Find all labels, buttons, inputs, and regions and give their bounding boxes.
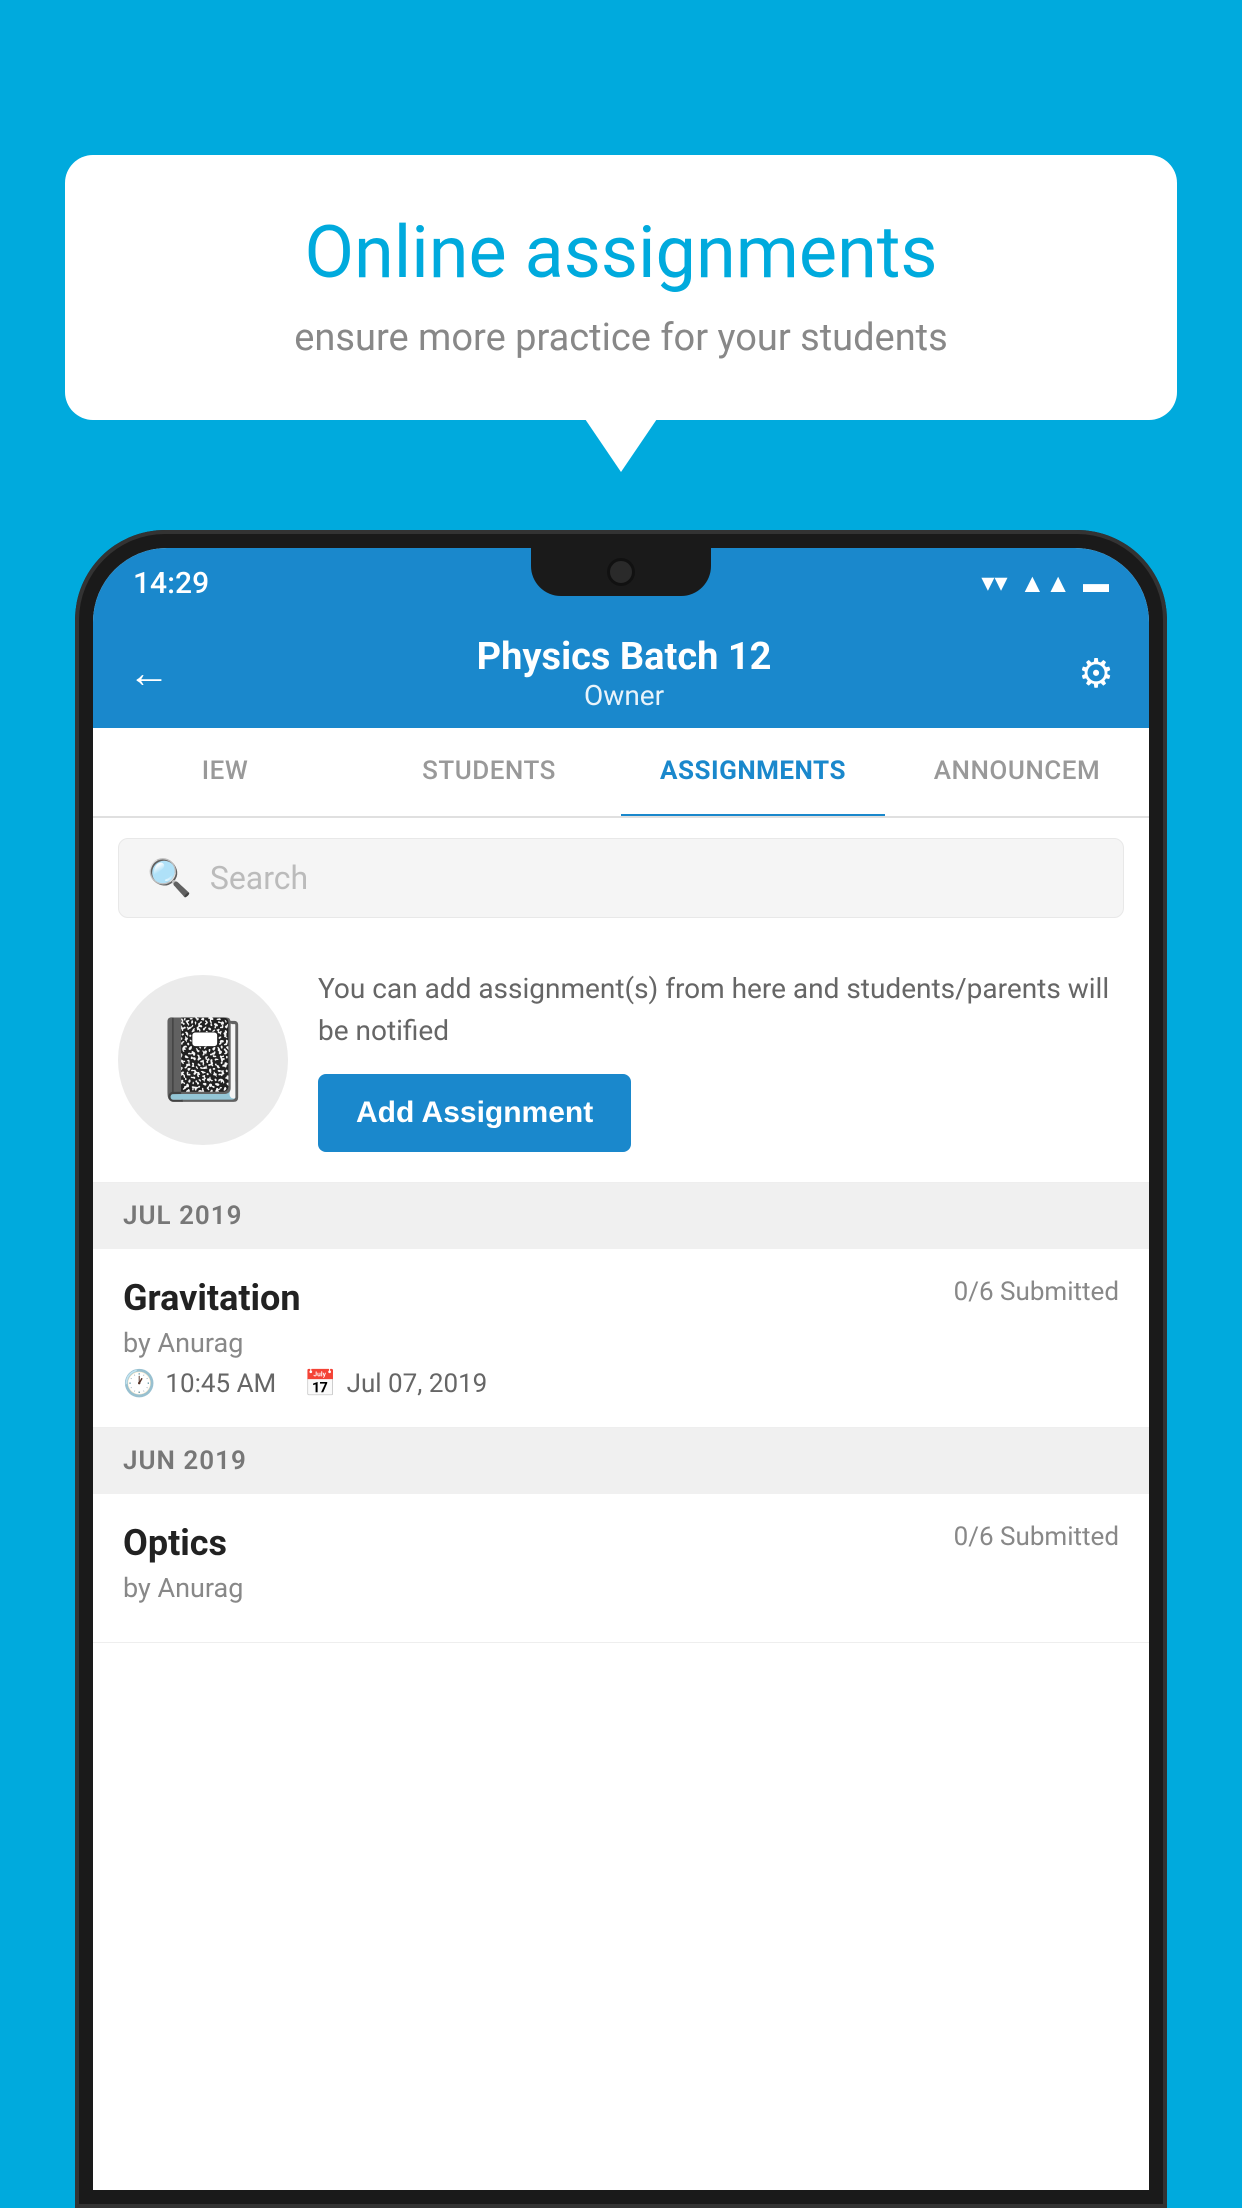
- promo-icon-circle: 📓: [118, 975, 288, 1145]
- assignment-item-gravitation[interactable]: Gravitation 0/6 Submitted by Anurag 🕐 10…: [93, 1249, 1149, 1428]
- assignment-author-optics: by Anurag: [123, 1572, 1119, 1604]
- assignment-top-optics: Optics 0/6 Submitted: [123, 1522, 1119, 1564]
- phone-inner: 14:29 ▾▾ ▲▲ ▬ ← Physics Batch 12 Owner ⚙…: [93, 548, 1149, 2190]
- tab-students[interactable]: STUDENTS: [357, 728, 621, 816]
- batch-title: Physics Batch 12: [477, 635, 772, 679]
- phone-camera: [607, 558, 635, 586]
- assignment-name-optics: Optics: [123, 1522, 227, 1564]
- promo-bubble: Online assignments ensure more practice …: [65, 155, 1177, 420]
- search-icon: 🔍: [147, 857, 192, 899]
- status-icons: ▾▾ ▲▲ ▬: [981, 568, 1109, 599]
- assignment-submitted-gravitation: 0/6 Submitted: [954, 1277, 1119, 1307]
- signal-icon: ▲▲: [1020, 568, 1071, 599]
- tabs-bar: IEW STUDENTS ASSIGNMENTS ANNOUNCEM: [93, 728, 1149, 818]
- promo-title: Online assignments: [130, 210, 1112, 296]
- section-header-jul: JUL 2019: [93, 1183, 1149, 1249]
- header-title-block: Physics Batch 12 Owner: [477, 635, 772, 712]
- section-header-jun: JUN 2019: [93, 1428, 1149, 1494]
- assignment-item-optics[interactable]: Optics 0/6 Submitted by Anurag: [93, 1494, 1149, 1643]
- tab-assignments[interactable]: ASSIGNMENTS: [621, 728, 885, 818]
- promo-text-block: You can add assignment(s) from here and …: [318, 968, 1124, 1152]
- add-assignment-button[interactable]: Add Assignment: [318, 1074, 631, 1152]
- promo-subtitle: ensure more practice for your students: [130, 316, 1112, 360]
- promo-description: You can add assignment(s) from here and …: [318, 968, 1124, 1052]
- search-bar[interactable]: 🔍 Search: [118, 838, 1124, 918]
- notebook-icon: 📓: [153, 1013, 253, 1107]
- assignment-date-value: Jul 07, 2019: [347, 1369, 488, 1399]
- assignment-meta-gravitation: 🕐 10:45 AM 📅 Jul 07, 2019: [123, 1369, 1119, 1399]
- assignment-time: 🕐 10:45 AM: [123, 1369, 276, 1399]
- phone-notch: [531, 548, 711, 596]
- status-time: 14:29: [133, 566, 209, 601]
- search-container: 🔍 Search: [93, 818, 1149, 938]
- wifi-icon: ▾▾: [981, 568, 1007, 598]
- search-input[interactable]: Search: [210, 859, 308, 897]
- battery-icon: ▬: [1083, 568, 1109, 599]
- clock-icon: 🕐: [123, 1369, 155, 1399]
- assignment-name-gravitation: Gravitation: [123, 1277, 301, 1319]
- tab-iew[interactable]: IEW: [93, 728, 357, 816]
- assignment-time-value: 10:45 AM: [165, 1369, 276, 1399]
- assignment-submitted-optics: 0/6 Submitted: [954, 1522, 1119, 1552]
- calendar-icon: 📅: [304, 1369, 336, 1399]
- assignment-top: Gravitation 0/6 Submitted: [123, 1277, 1119, 1319]
- promo-section: 📓 You can add assignment(s) from here an…: [93, 938, 1149, 1183]
- settings-icon[interactable]: ⚙: [1078, 650, 1114, 697]
- phone-frame: 14:29 ▾▾ ▲▲ ▬ ← Physics Batch 12 Owner ⚙…: [75, 530, 1167, 2208]
- assignment-author-gravitation: by Anurag: [123, 1327, 1119, 1359]
- assignment-date: 📅 Jul 07, 2019: [304, 1369, 487, 1399]
- tab-announcements[interactable]: ANNOUNCEM: [885, 728, 1149, 816]
- app-header: ← Physics Batch 12 Owner ⚙: [93, 618, 1149, 728]
- batch-subtitle: Owner: [477, 679, 772, 712]
- back-button[interactable]: ←: [128, 649, 170, 698]
